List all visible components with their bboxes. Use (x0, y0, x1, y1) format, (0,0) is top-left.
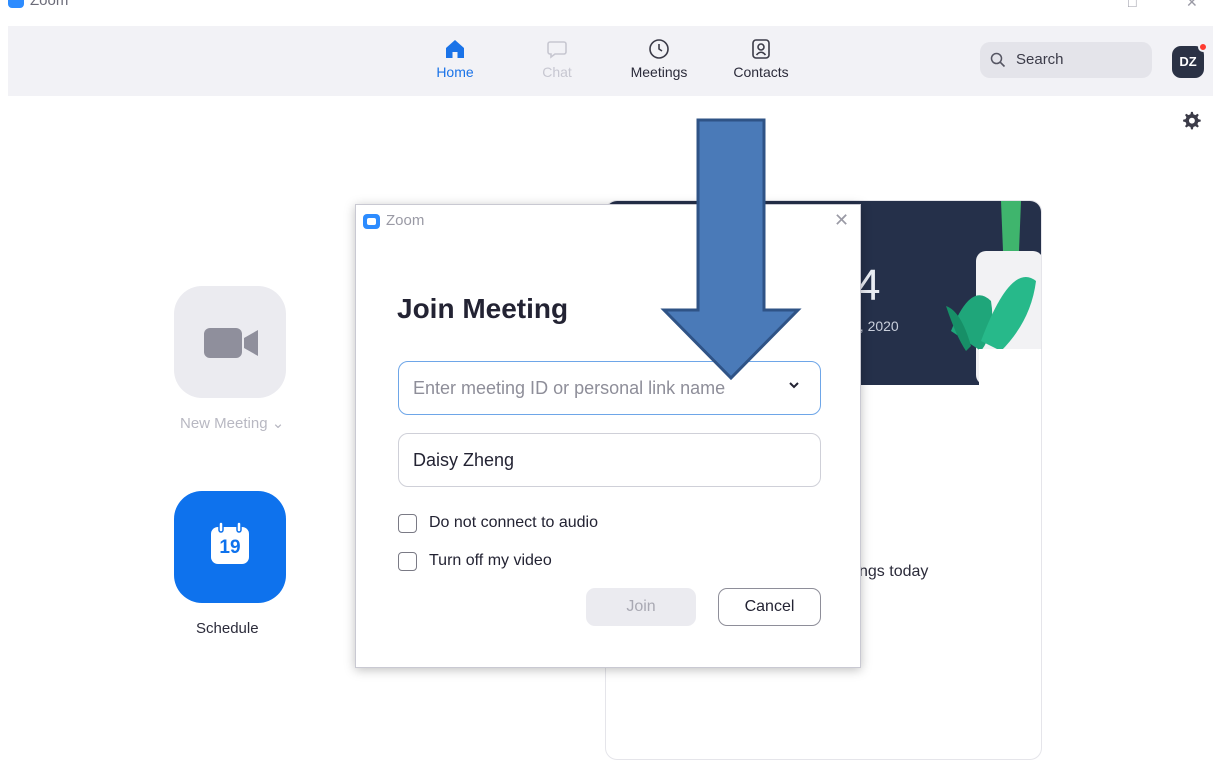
notification-badge (1198, 42, 1208, 52)
no-meetings-text: ngs today (859, 563, 929, 580)
new-meeting-label[interactable]: New Meeting ⌄ (180, 414, 284, 432)
video-off-label[interactable]: Turn off my video (429, 552, 552, 570)
home-icon (446, 40, 464, 58)
calendar-day: 19 (219, 537, 241, 558)
cancel-button[interactable]: Cancel (718, 588, 821, 626)
video-off-checkbox[interactable] (398, 552, 417, 571)
join-button[interactable]: Join (586, 588, 696, 626)
name-input[interactable] (413, 434, 783, 486)
avatar[interactable]: DZ (1172, 42, 1208, 78)
zoom-window: Zoom □ ✕ Home Chat Meetings Contacts Sea… (0, 0, 1213, 760)
contacts-icon (752, 39, 770, 59)
dialog-title: Zoom (386, 212, 425, 229)
annotation-arrow (660, 118, 802, 381)
schedule-button[interactable]: 19 (174, 491, 286, 603)
title-bar: Zoom □ ✕ (0, 0, 1213, 26)
chat-icon (547, 41, 567, 59)
tab-contacts[interactable]: Contacts (721, 38, 801, 82)
tab-meetings[interactable]: Meetings (619, 38, 699, 82)
no-audio-checkbox[interactable] (398, 514, 417, 533)
name-field[interactable] (398, 433, 821, 487)
tab-chat-label: Chat (542, 64, 572, 80)
avatar-initials: DZ (1179, 54, 1197, 69)
tab-chat[interactable]: Chat (517, 38, 597, 82)
video-camera-icon (204, 328, 258, 358)
clock-icon (649, 39, 669, 59)
minimize-button[interactable]: □ (1128, 0, 1136, 10)
top-nav: Home Chat Meetings Contacts Search DZ (8, 26, 1213, 96)
gear-icon[interactable] (1180, 110, 1202, 132)
plant-illustration (946, 201, 1041, 385)
dialog-close-button[interactable]: ✕ (834, 210, 849, 231)
new-meeting-button[interactable] (174, 286, 286, 398)
search-label: Search (1016, 51, 1064, 68)
search-input[interactable]: Search (980, 42, 1152, 78)
schedule-label: Schedule (196, 620, 259, 637)
zoom-logo-icon (8, 0, 24, 8)
tab-home-label: Home (436, 64, 474, 80)
close-window-button[interactable]: ✕ (1186, 0, 1198, 11)
search-icon (990, 52, 1006, 68)
no-audio-label[interactable]: Do not connect to audio (429, 514, 598, 532)
zoom-logo-icon (363, 214, 380, 229)
tab-contacts-label: Contacts (733, 64, 789, 80)
dialog-heading: Join Meeting (397, 293, 569, 324)
app-title: Zoom (30, 0, 69, 9)
tab-home[interactable]: Home (415, 38, 495, 82)
tab-meetings-label: Meetings (630, 64, 688, 80)
